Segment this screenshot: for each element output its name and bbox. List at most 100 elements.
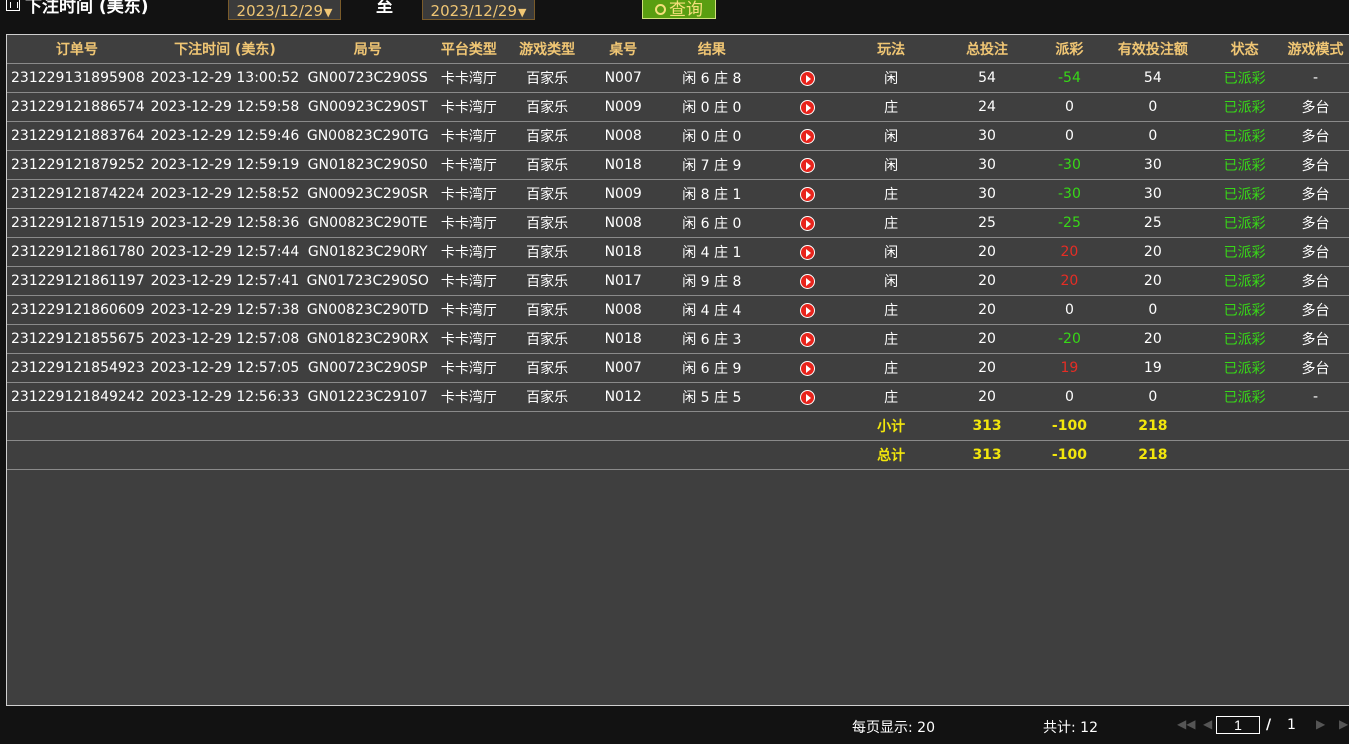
order-number-cell: 231229121886574: [7, 92, 147, 122]
play-icon[interactable]: [800, 273, 816, 289]
total-bet-cell: 20: [932, 353, 1042, 383]
play-icon[interactable]: [800, 244, 816, 260]
table-row: 231229131895908 2023-12-29 13:00:52 GN0072…: [7, 63, 1349, 93]
empty-cell: [505, 440, 589, 470]
play-button-cell: [766, 266, 850, 296]
play-icon[interactable]: [800, 157, 816, 173]
bet-option-cell: 庄: [849, 179, 933, 209]
table-row: 231229121855675 2023-12-29 12:57:08 GN0182…: [7, 324, 1349, 354]
round-number-cell: GN00823C290TG: [303, 121, 433, 151]
page-separator: /: [1266, 717, 1272, 733]
result-cell: 闲 4 庄 4: [657, 295, 767, 325]
valid-bet-cell: 0: [1097, 295, 1209, 325]
bet-time-cell: 2023-12-29 12:57:44: [146, 237, 304, 267]
result-cell: 闲 0 庄 0: [657, 121, 767, 151]
status-cell: 已派彩: [1208, 208, 1282, 238]
date-from-picker[interactable]: 2023/12/29▼: [228, 0, 341, 20]
platform-type-cell: 卡卡湾厅: [432, 150, 506, 180]
query-button-label: 查询: [669, 0, 703, 20]
pagination-bar: 每页显示: 20 共计: 12 ◀◀ ◀ / 1 ▶ ▶: [0, 706, 1349, 744]
next-page-icon[interactable]: ▶: [1316, 717, 1325, 731]
bet-time-cell: 2023-12-29 13:00:52: [146, 63, 304, 93]
page-size-label: 每页显示: 20: [852, 720, 935, 736]
platform-type-cell: 卡卡湾厅: [432, 121, 506, 151]
game-mode-cell: 多台: [1281, 237, 1349, 267]
game-mode-cell: 多台: [1281, 92, 1349, 122]
platform-type-cell: 卡卡湾厅: [432, 382, 506, 412]
column-header: 订单号: [7, 35, 147, 64]
round-number-cell: GN00923C290ST: [303, 92, 433, 122]
valid-bet-cell: 0: [1097, 121, 1209, 151]
game-type-cell: 百家乐: [505, 121, 589, 151]
play-icon[interactable]: [800, 331, 816, 347]
prev-page-icon[interactable]: ◀: [1203, 717, 1212, 731]
platform-type-cell: 卡卡湾厅: [432, 92, 506, 122]
bet-time-cell: 2023-12-29 12:57:05: [146, 353, 304, 383]
bet-option-cell: 庄: [849, 324, 933, 354]
play-icon[interactable]: [800, 186, 816, 202]
play-icon[interactable]: [800, 215, 816, 231]
play-button-cell: [766, 63, 850, 93]
page-total: 1: [1287, 717, 1296, 733]
total-valid: 218: [1097, 440, 1209, 470]
empty-cell: [7, 440, 147, 470]
bet-option-cell: 闲: [849, 266, 933, 296]
date-to-value: 2023/12/29: [430, 2, 517, 20]
empty-cell: [432, 411, 506, 441]
bet-time-cell: 2023-12-29 12:59:19: [146, 150, 304, 180]
round-number-cell: GN00823C290TE: [303, 208, 433, 238]
play-button-cell: [766, 295, 850, 325]
play-icon[interactable]: [800, 302, 816, 318]
total-bet: 313: [932, 440, 1042, 470]
play-icon[interactable]: [800, 99, 816, 115]
order-number-cell: 231229121883764: [7, 121, 147, 151]
payout-cell: -20: [1041, 324, 1098, 354]
subtotal-bet: 313: [932, 411, 1042, 441]
platform-type-cell: 卡卡湾厅: [432, 266, 506, 296]
game-mode-cell: 多台: [1281, 179, 1349, 209]
empty-cell: [1281, 440, 1349, 470]
game-type-cell: 百家乐: [505, 208, 589, 238]
bet-option-cell: 庄: [849, 382, 933, 412]
game-type-cell: 百家乐: [505, 237, 589, 267]
order-number-cell: 231229121871519: [7, 208, 147, 238]
bet-time-cell: 2023-12-29 12:58:52: [146, 179, 304, 209]
bet-option-cell: 庄: [849, 92, 933, 122]
date-to-picker[interactable]: 2023/12/29▼: [422, 0, 535, 20]
table-number-cell: N018: [588, 324, 658, 354]
order-number-cell: 231229121854923: [7, 353, 147, 383]
total-row: 总计 313 -100 218: [7, 440, 1349, 470]
bet-option-cell: 闲: [849, 237, 933, 267]
bet-time-cell: 2023-12-29 12:56:33: [146, 382, 304, 412]
result-cell: 闲 9 庄 8: [657, 266, 767, 296]
bet-time-cell: 2023-12-29 12:57:38: [146, 295, 304, 325]
total-bet-cell: 20: [932, 266, 1042, 296]
last-page-icon[interactable]: ▶: [1339, 717, 1348, 731]
valid-bet-cell: 20: [1097, 237, 1209, 267]
date-filter-label: 下注时间 (美东): [25, 0, 149, 17]
play-icon[interactable]: [800, 360, 816, 376]
status-cell: 已派彩: [1208, 63, 1282, 93]
bet-time-cell: 2023-12-29 12:57:41: [146, 266, 304, 296]
total-bet-cell: 30: [932, 121, 1042, 151]
empty-cell: [1208, 440, 1282, 470]
payout-cell: 20: [1041, 237, 1098, 267]
first-page-icon[interactable]: ◀◀: [1177, 717, 1195, 731]
column-header: 有效投注额: [1097, 35, 1209, 64]
play-icon[interactable]: [800, 389, 816, 405]
game-mode-cell: 多台: [1281, 353, 1349, 383]
empty-cell: [146, 440, 304, 470]
date-range-separator: 至: [376, 0, 393, 17]
platform-type-cell: 卡卡湾厅: [432, 237, 506, 267]
platform-type-cell: 卡卡湾厅: [432, 208, 506, 238]
platform-type-cell: 卡卡湾厅: [432, 63, 506, 93]
column-header: 总投注: [932, 35, 1042, 64]
empty-cell: [588, 411, 658, 441]
query-button[interactable]: 查询: [642, 0, 716, 20]
chevron-down-icon: ▼: [518, 6, 527, 19]
page-number-input[interactable]: [1216, 716, 1260, 734]
column-header: 局号: [303, 35, 433, 64]
valid-bet-cell: 25: [1097, 208, 1209, 238]
play-icon[interactable]: [800, 70, 816, 86]
play-icon[interactable]: [800, 128, 816, 144]
